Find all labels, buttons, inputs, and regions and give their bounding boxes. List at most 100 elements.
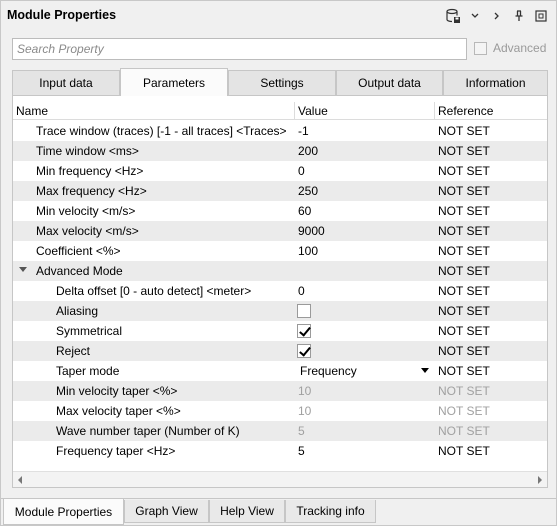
tab-module-properties[interactable]: Module Properties [3, 499, 124, 525]
property-name: Coefficient <%> [36, 244, 121, 258]
tab-tracking-info[interactable]: Tracking info [285, 500, 376, 523]
table-row[interactable]: Min velocity <m/s> 60 NOT SET [13, 201, 547, 221]
chevron-down-icon[interactable] [464, 7, 486, 25]
search-property-field[interactable] [12, 38, 467, 60]
reject-checkbox[interactable] [297, 344, 311, 358]
table-row[interactable]: Aliasing NOT SET [13, 301, 547, 321]
property-value[interactable]: 9000 [298, 224, 325, 238]
tab-input-data[interactable]: Input data [12, 70, 120, 95]
property-reference: NOT SET [438, 164, 490, 178]
parameters-grid: Name Value Reference Trace window (trace… [12, 95, 548, 488]
table-row[interactable]: Time window <ms> 200 NOT SET [13, 141, 547, 161]
property-reference: NOT SET [438, 404, 490, 418]
property-tabs: Input data Parameters Settings Output da… [12, 68, 548, 96]
property-value[interactable]: 0 [298, 284, 305, 298]
tab-label: Settings [260, 76, 304, 90]
chevron-right-icon[interactable] [486, 7, 508, 25]
bottom-tabs: Module Properties Graph View Help View T… [1, 498, 556, 526]
title-bar: Module Properties [1, 1, 556, 31]
property-name: Reject [56, 344, 91, 358]
property-reference: NOT SET [438, 364, 490, 378]
property-value: 5 [298, 424, 305, 438]
table-row[interactable]: Min velocity taper <%> 10 NOT SET [13, 381, 547, 401]
tab-label: Graph View [135, 504, 198, 518]
horizontal-scrollbar[interactable] [13, 471, 547, 487]
tab-label: Module Properties [14, 504, 113, 519]
property-reference: NOT SET [438, 284, 490, 298]
group-name: Advanced Mode [36, 264, 123, 278]
property-value[interactable]: 0 [298, 164, 305, 178]
grid-header: Name Value Reference [13, 102, 547, 120]
property-name: Taper mode [56, 364, 120, 378]
table-row[interactable]: Symmetrical NOT SET [13, 321, 547, 341]
table-row[interactable]: Frequency taper <Hz> 5 NOT SET [13, 441, 547, 461]
property-value[interactable]: 200 [298, 144, 318, 158]
tab-label: Parameters [142, 75, 206, 90]
tab-parameters[interactable]: Parameters [120, 68, 228, 96]
popout-icon[interactable] [530, 7, 552, 25]
module-properties-panel: Module Properties Search Property Advanc… [0, 0, 557, 526]
table-row[interactable]: Taper mode Frequency NOT SET [13, 361, 547, 381]
collapse-toggle-icon[interactable] [19, 267, 27, 272]
property-reference: NOT SET [438, 204, 490, 218]
tab-output-data[interactable]: Output data [336, 70, 443, 95]
tab-label: Help View [220, 504, 274, 518]
window-title: Module Properties [7, 8, 117, 22]
advanced-checkbox[interactable] [474, 41, 487, 55]
title-bar-icons [442, 7, 552, 25]
dropdown-arrow-icon[interactable] [421, 368, 429, 373]
search-input[interactable] [17, 42, 462, 56]
tab-information[interactable]: Information [443, 70, 548, 95]
tab-help-view[interactable]: Help View [209, 500, 285, 523]
table-row[interactable]: Coefficient <%> 100 NOT SET [13, 241, 547, 261]
property-reference: NOT SET [438, 144, 490, 158]
tab-label: Tracking info [296, 504, 365, 518]
property-reference: NOT SET [438, 264, 490, 278]
table-row[interactable]: Reject NOT SET [13, 341, 547, 361]
tab-graph-view[interactable]: Graph View [124, 500, 209, 523]
tab-label: Output data [358, 76, 421, 90]
property-value: 10 [298, 384, 312, 398]
table-row[interactable]: Delta offset [0 - auto detect] <meter> 0… [13, 281, 547, 301]
pin-icon[interactable] [508, 7, 530, 25]
property-name: Max velocity taper <%> [56, 404, 181, 418]
property-name: Min frequency <Hz> [36, 164, 144, 178]
column-header-name[interactable]: Name [16, 104, 48, 118]
property-reference: NOT SET [438, 444, 490, 458]
property-reference: NOT SET [438, 124, 490, 138]
advanced-toggle[interactable]: Advanced [474, 41, 546, 55]
column-header-reference[interactable]: Reference [438, 104, 493, 118]
table-row[interactable]: Trace window (traces) [-1 - all traces] … [13, 121, 547, 141]
table-row-group-advanced-mode[interactable]: Advanced Mode NOT SET [13, 261, 547, 281]
taper-mode-select[interactable]: Frequency [300, 364, 357, 378]
scroll-right-icon[interactable] [538, 476, 542, 484]
property-name: Trace window (traces) [-1 - all traces] … [36, 124, 287, 138]
table-row[interactable]: Max velocity taper <%> 10 NOT SET [13, 401, 547, 421]
property-name: Min velocity taper <%> [56, 384, 178, 398]
property-reference: NOT SET [438, 184, 490, 198]
table-row[interactable]: Max frequency <Hz> 250 NOT SET [13, 181, 547, 201]
property-name: Frequency taper <Hz> [56, 444, 176, 458]
aliasing-checkbox[interactable] [297, 304, 311, 318]
symmetrical-checkbox[interactable] [297, 324, 311, 338]
property-name: Max frequency <Hz> [36, 184, 147, 198]
column-header-value[interactable]: Value [298, 104, 328, 118]
property-reference: NOT SET [438, 384, 490, 398]
column-divider[interactable] [294, 102, 295, 120]
property-value[interactable]: 60 [298, 204, 311, 218]
property-value[interactable]: 100 [298, 244, 318, 258]
tab-settings[interactable]: Settings [228, 70, 336, 95]
property-value[interactable]: 5 [298, 444, 305, 458]
property-value[interactable]: -1 [298, 124, 309, 138]
tab-label: Information [465, 76, 526, 90]
property-value: 10 [298, 404, 312, 418]
property-name: Min velocity <m/s> [36, 204, 136, 218]
table-row[interactable]: Max velocity <m/s> 9000 NOT SET [13, 221, 547, 241]
tab-label: Input data [39, 76, 93, 90]
column-divider[interactable] [434, 102, 435, 120]
property-value[interactable]: 250 [298, 184, 318, 198]
save-database-icon[interactable] [442, 7, 464, 25]
table-row[interactable]: Min frequency <Hz> 0 NOT SET [13, 161, 547, 181]
table-row[interactable]: Wave number taper (Number of K) 5 NOT SE… [13, 421, 547, 441]
scroll-left-icon[interactable] [18, 476, 22, 484]
